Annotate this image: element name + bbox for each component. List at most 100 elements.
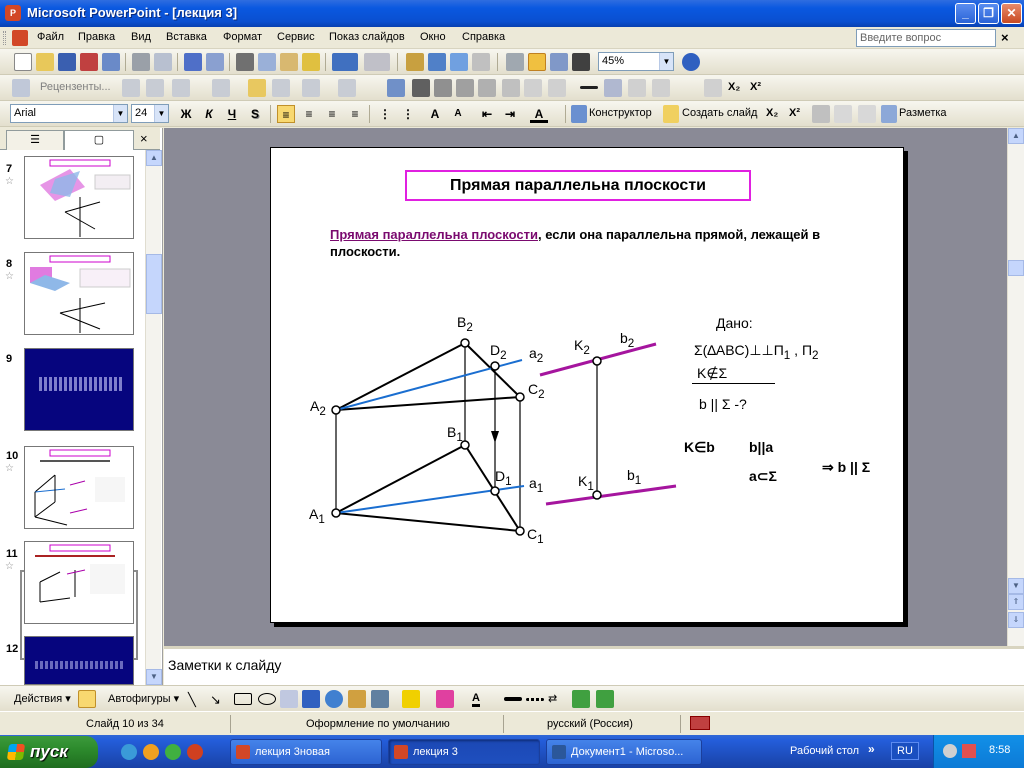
new-slide-icon[interactable] [663, 105, 679, 123]
task-lecture-new[interactable]: лекция 3новая [230, 739, 382, 765]
insert-table-icon[interactable] [428, 53, 446, 71]
task-lecture-3[interactable]: лекция 3 [388, 739, 540, 765]
scroll-thumb[interactable] [1008, 260, 1024, 276]
justify-icon[interactable]: ≡ [346, 105, 364, 123]
diagram-icon[interactable] [325, 690, 343, 708]
spelling-icon[interactable] [184, 53, 202, 71]
undo-icon[interactable] [332, 53, 358, 71]
tables-borders-icon[interactable] [450, 53, 468, 71]
print-preview-icon[interactable] [154, 53, 172, 71]
chevron-down-icon[interactable]: ▼ [659, 53, 673, 70]
superscript-icon[interactable]: X² [789, 107, 800, 119]
close-document-button[interactable]: × [1001, 30, 1009, 45]
desktop-quicklaunch-icon[interactable] [121, 744, 137, 760]
numbering-icon[interactable]: ⋮ [376, 105, 394, 123]
subscript-icon[interactable]: X₂ [728, 81, 740, 93]
layer-icon[interactable] [704, 79, 722, 97]
wordart-icon[interactable] [302, 690, 320, 708]
font-size-icon[interactable] [812, 105, 830, 123]
line-icon[interactable]: ╲ [188, 692, 196, 708]
copy-icon[interactable] [258, 53, 276, 71]
scroll-down-icon[interactable]: ▼ [146, 669, 162, 685]
reset-picture-icon[interactable] [652, 79, 670, 97]
reviewing-pane-icon[interactable] [338, 79, 356, 97]
shadow-button[interactable]: S [246, 105, 264, 123]
format-painter-icon[interactable] [302, 53, 320, 71]
line-style-icon[interactable] [504, 697, 522, 701]
arrow-style-icon[interactable]: ⇄ [548, 692, 557, 705]
align-left-icon[interactable]: ≡ [277, 105, 295, 123]
align-right-icon[interactable]: ≡ [323, 105, 341, 123]
decrease-font-icon[interactable]: A [449, 105, 467, 123]
firefox-quicklaunch-icon[interactable] [143, 744, 159, 760]
menu-grip[interactable] [3, 31, 6, 45]
clock[interactable]: 8:58 [989, 744, 1010, 756]
research-icon[interactable] [206, 53, 224, 71]
zoom-select[interactable]: 45% ▼ [598, 52, 674, 71]
insert-picture-icon[interactable] [371, 690, 389, 708]
chevron-down-icon[interactable]: ▼ [154, 105, 168, 122]
line-color-icon[interactable] [436, 690, 454, 708]
apply-icon[interactable] [172, 79, 190, 97]
new-icon[interactable] [14, 53, 32, 71]
panel-close-button[interactable]: × [140, 131, 148, 146]
previous-slide-icon[interactable]: ⇑ [1008, 594, 1024, 610]
slide-thumbnail-12[interactable] [24, 636, 134, 685]
desktop-toolbar-label[interactable]: Рабочий стол [790, 745, 859, 757]
unapply-icon[interactable] [212, 79, 230, 97]
underline-button[interactable]: Ч [223, 105, 241, 123]
grid-icon[interactable] [550, 53, 568, 71]
decrease-indent-icon[interactable]: ⇤ [478, 105, 496, 123]
oval-icon[interactable] [258, 693, 276, 705]
superscript-icon[interactable]: X² [750, 81, 761, 93]
help-icon[interactable] [682, 53, 700, 71]
document-icon[interactable] [12, 30, 28, 46]
prev-comment-icon[interactable] [122, 79, 140, 97]
task-document1[interactable]: Документ1 - Microso... [546, 739, 702, 765]
rectangle-icon[interactable] [234, 693, 252, 705]
animate-icon[interactable] [834, 105, 852, 123]
slide-scrollbar[interactable]: ▲ ▼ ⇑ ⇓ [1007, 128, 1024, 646]
text-box-icon[interactable] [280, 690, 298, 708]
open-icon[interactable] [36, 53, 54, 71]
dash-style-icon[interactable] [526, 698, 544, 701]
language-indicator[interactable]: RU [891, 742, 919, 760]
designer-button[interactable]: Конструктор [589, 107, 652, 119]
slide-body-text[interactable]: Прямая параллельна плоскости, если она п… [330, 226, 860, 260]
menu-edit[interactable]: Правка [78, 31, 115, 43]
tab-slides[interactable]: ▢ [64, 130, 134, 150]
slide-thumbnail-10[interactable] [24, 446, 134, 529]
email-icon[interactable] [102, 53, 120, 71]
font-select[interactable]: Arial ▼ [10, 104, 128, 123]
format-picture-icon[interactable] [604, 79, 622, 97]
color-grayscale-icon[interactable] [572, 53, 590, 71]
bold-button[interactable]: Ж [177, 105, 195, 123]
contrast-icon[interactable] [434, 79, 452, 97]
menu-slideshow[interactable]: Показ слайдов [329, 31, 405, 43]
picture-icon[interactable] [387, 79, 405, 97]
restore-button[interactable]: ❐ [978, 3, 999, 24]
scroll-thumb[interactable] [146, 254, 162, 314]
slide-thumbnail-11[interactable] [24, 541, 134, 624]
cut-icon[interactable] [236, 53, 254, 71]
clipart-icon[interactable] [348, 690, 366, 708]
font-color-icon[interactable]: A [530, 105, 548, 123]
insert-object-icon[interactable] [472, 53, 490, 71]
slide-thumbnail-7[interactable] [24, 156, 134, 239]
increase-font-icon[interactable]: A [426, 105, 444, 123]
delete-comment-icon[interactable] [302, 79, 320, 97]
arrow-icon[interactable]: ↘ [210, 692, 221, 708]
subscript-icon[interactable]: X₂ [766, 107, 778, 119]
save-icon[interactable] [58, 53, 76, 71]
layout-icon[interactable] [881, 105, 897, 123]
increase-indent-icon[interactable]: ⇥ [501, 105, 519, 123]
menu-insert[interactable]: Вставка [166, 31, 207, 43]
slide-thumbnail-8[interactable] [24, 252, 134, 335]
actions-menu[interactable]: Действия ▾ [14, 692, 71, 705]
close-button[interactable]: ✕ [1001, 3, 1022, 24]
reviewers-button[interactable]: Рецензенты... [40, 81, 111, 93]
volume-icon[interactable] [962, 744, 976, 758]
paste-icon[interactable] [280, 53, 298, 71]
notes-pane[interactable]: Заметки к слайду [164, 646, 1024, 685]
chevron-down-icon[interactable]: ▼ [113, 105, 127, 122]
